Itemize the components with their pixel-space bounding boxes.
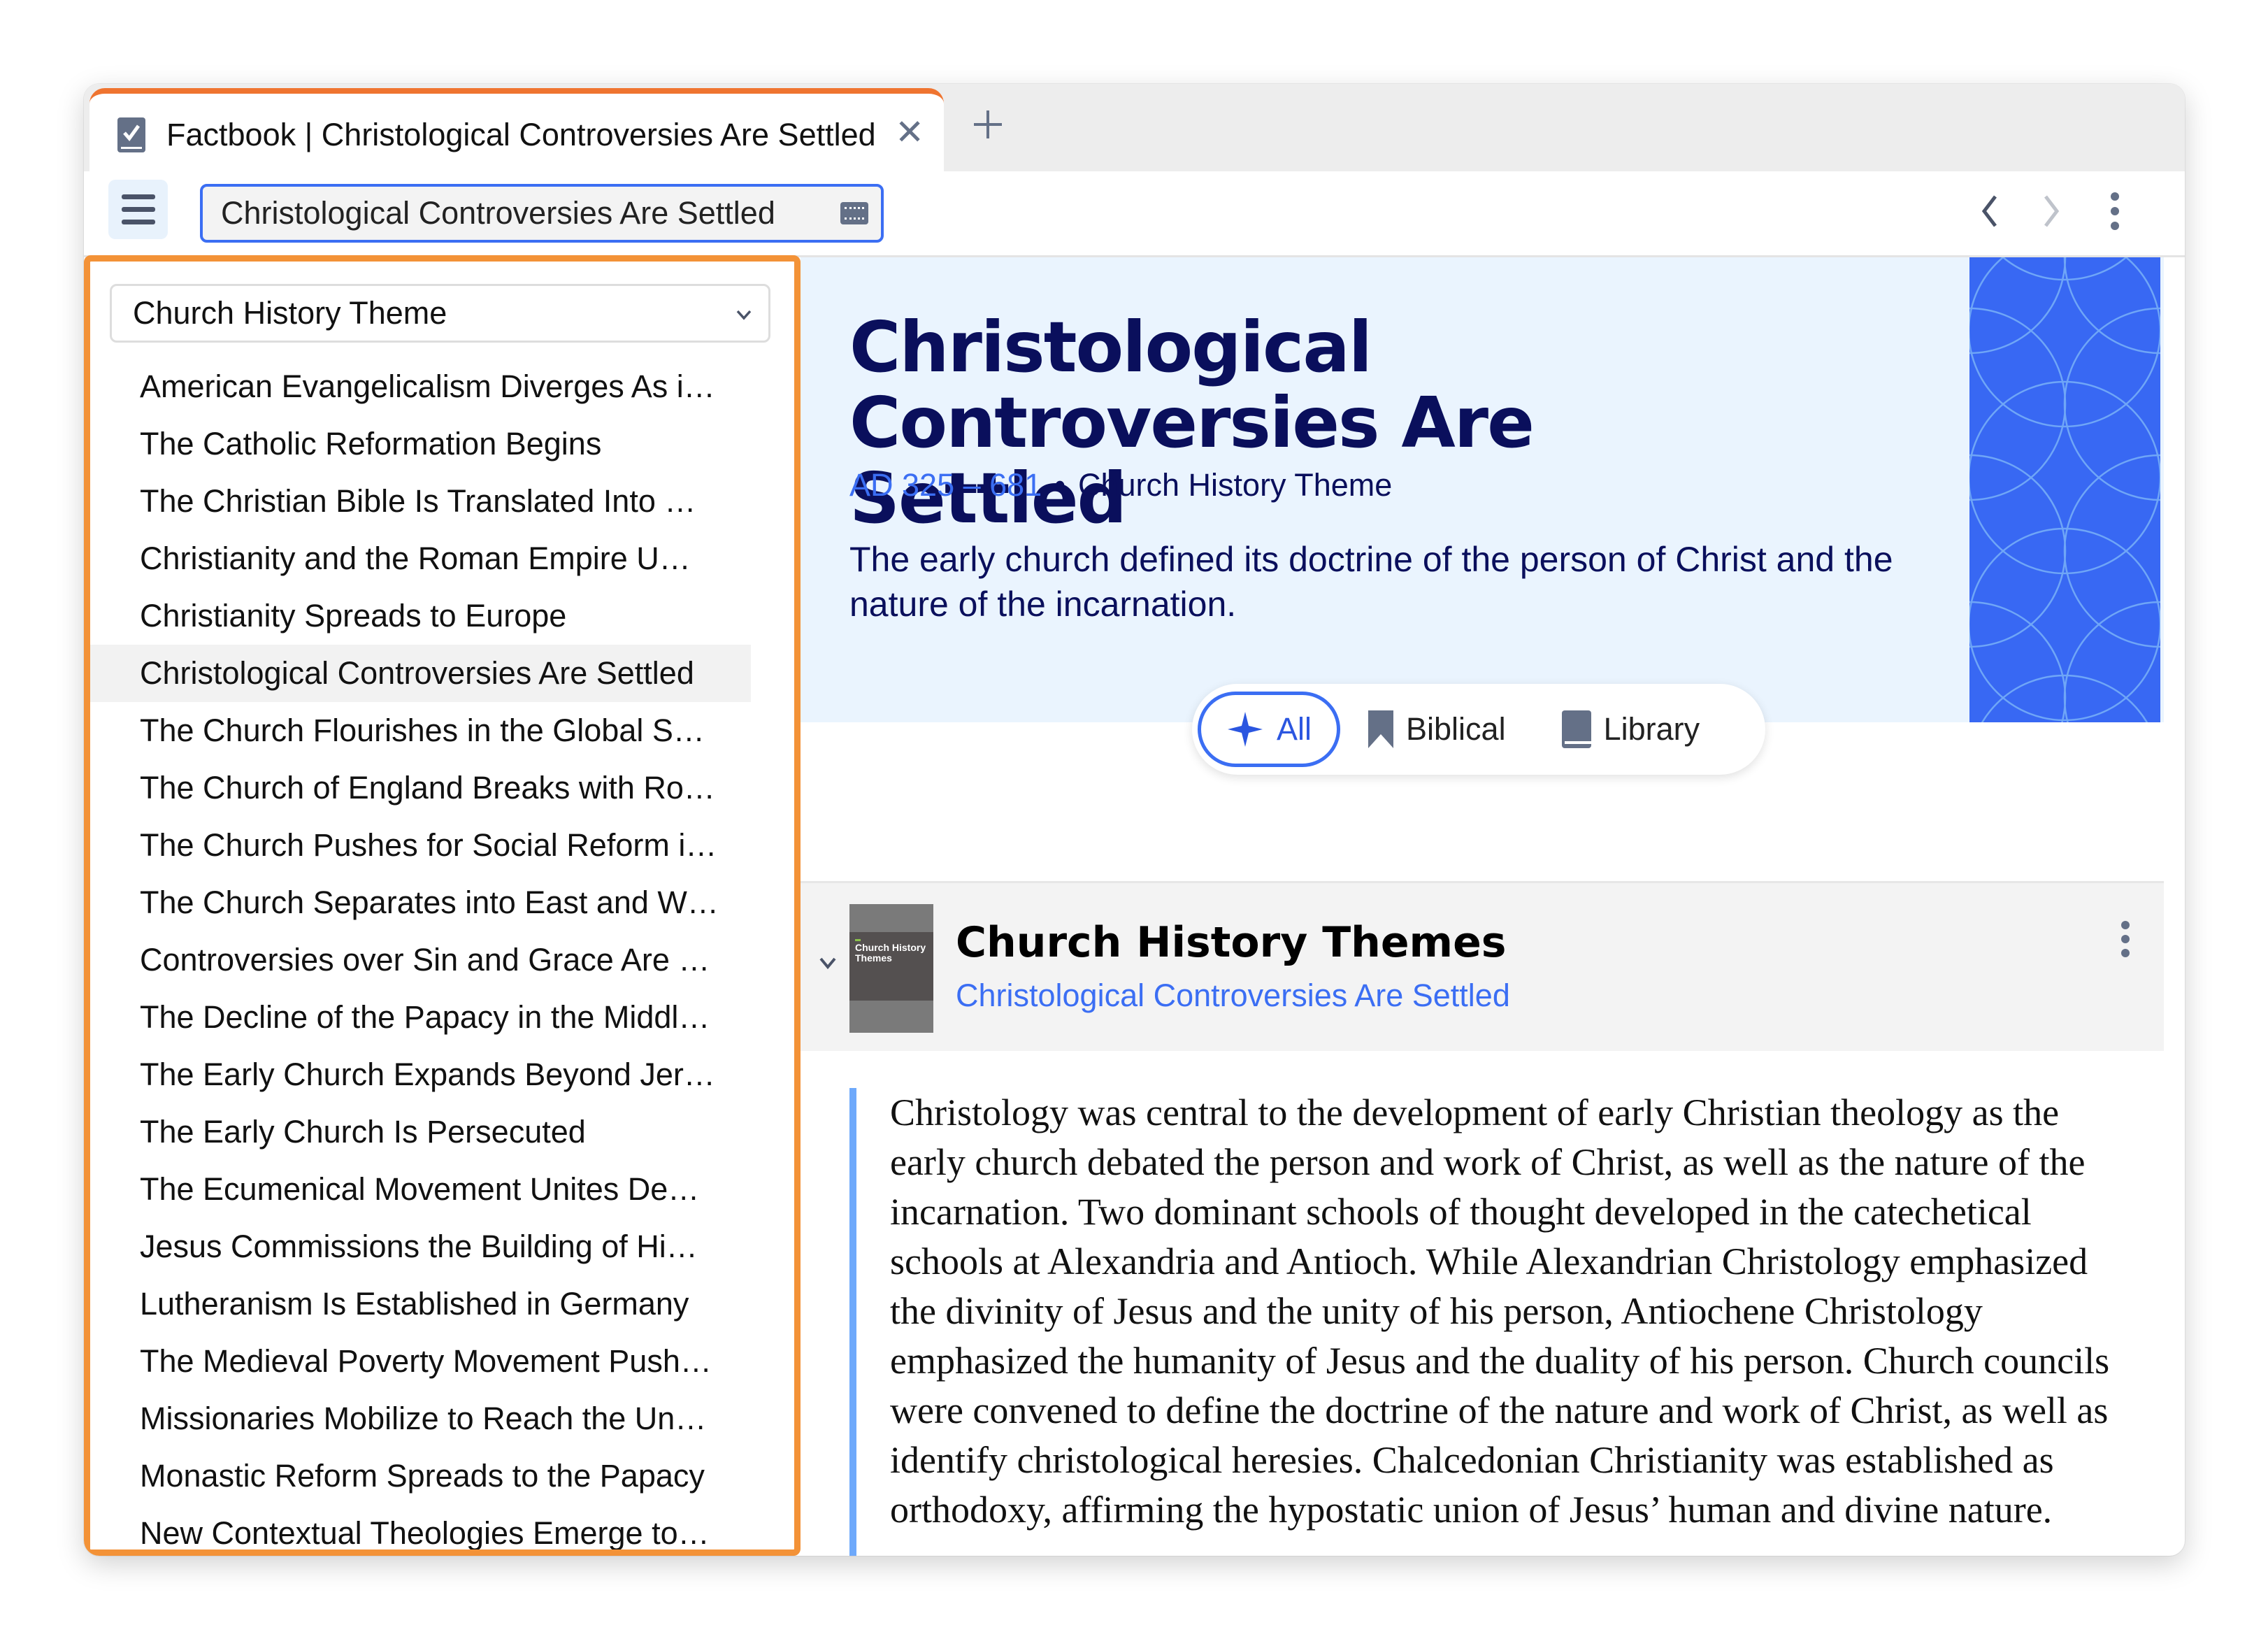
sidebar-item[interactable]: Christianity and the Roman Empire U… [90, 530, 751, 587]
filter-library-label: Library [1603, 711, 1700, 747]
hero-meta: AD 325 – 681 • Church History Theme [849, 467, 1392, 503]
sidebar-item[interactable]: The Medieval Poverty Movement Push… [90, 1333, 751, 1390]
article-text: Christology was central to the developme… [890, 1092, 2110, 1531]
filter-biblical-label: Biblical [1406, 711, 1506, 747]
factbook-check-icon [117, 117, 145, 152]
chevron-down-icon[interactable] [818, 953, 838, 973]
book-icon [1561, 710, 1591, 748]
resource-title[interactable]: Church History Themes [956, 918, 1506, 967]
filter-all[interactable]: All [1198, 692, 1341, 767]
filter-library[interactable]: Library [1534, 692, 1728, 767]
chevron-right-icon[interactable] [2034, 187, 2069, 236]
resource-header: Church History Themes Church History The… [801, 881, 2164, 1051]
sidebar-item[interactable]: The Ecumenical Movement Unites De… [90, 1161, 751, 1218]
sidebar: Church History Theme American Evangelica… [84, 255, 801, 1556]
hero: Christological Controversies Are Settled… [801, 257, 2164, 722]
tab-title: Factbook | Christological Controversies … [166, 117, 876, 152]
sidebar-list: American Evangelicalism Diverges As i… Th… [90, 358, 751, 1549]
toolbar: Christological Controversies Are Settled [84, 171, 2185, 257]
more-vertical-icon[interactable] [2118, 918, 2132, 960]
hero-description: The early church defined its doctrine of… [849, 540, 1893, 624]
filter-biblical[interactable]: Biblical [1340, 692, 1534, 767]
sidebar-item[interactable]: The Church Separates into East and W… [90, 874, 751, 931]
new-tab-button[interactable] [968, 105, 1007, 144]
theme-dropdown-value: Church History Theme [133, 295, 447, 331]
sidebar-item[interactable]: American Evangelicalism Diverges As i… [90, 358, 751, 415]
meta-separator: • [1054, 467, 1065, 503]
theme-dropdown[interactable]: Church History Theme [110, 284, 770, 343]
sidebar-item[interactable]: New Contextual Theologies Emerge to… [90, 1505, 751, 1549]
sidebar-item[interactable]: Missionaries Mobilize to Reach the Un… [90, 1390, 751, 1447]
sidebar-item[interactable]: Christological Controversies Are Settled [90, 645, 751, 702]
more-vertical-icon[interactable] [2097, 187, 2132, 236]
sidebar-item[interactable]: Monastic Reform Spreads to the Papacy [90, 1447, 751, 1505]
chevron-left-icon[interactable] [1972, 187, 2007, 236]
cover-text: Church History Themes [855, 939, 933, 964]
search-input[interactable]: Christological Controversies Are Settled [200, 184, 884, 243]
sidebar-item[interactable]: Christianity Spreads to Europe [90, 587, 751, 645]
hamburger-menu-icon[interactable] [108, 180, 168, 239]
sidebar-item[interactable]: The Decline of the Papacy in the Middl… [90, 989, 751, 1046]
main-content: Christological Controversies Are Settled… [801, 257, 2164, 1556]
chevron-down-icon [736, 310, 752, 320]
bookmark-icon [1368, 710, 1394, 748]
decorative-pattern [1969, 257, 2160, 722]
sidebar-item[interactable]: Controversies over Sin and Grace Are … [90, 931, 751, 989]
sparkle-icon [1228, 712, 1263, 747]
category-label: Church History Theme [1077, 467, 1393, 503]
sidebar-item[interactable]: The Catholic Reformation Begins [90, 415, 751, 473]
sidebar-item[interactable]: The Church Flourishes in the Global S… [90, 702, 751, 759]
resource-cover[interactable]: Church History Themes [849, 904, 933, 1033]
resource-subtitle-link[interactable]: Christological Controversies Are Settled [956, 978, 1510, 1014]
sidebar-item[interactable]: Jesus Commissions the Building of Hi… [90, 1218, 751, 1275]
sidebar-item[interactable]: Lutheranism Is Established in Germany [90, 1275, 751, 1333]
article-body: Christology was central to the developme… [849, 1088, 2109, 1556]
date-range-link[interactable]: AD 325 – 681 [849, 467, 1042, 503]
sidebar-item[interactable]: The Church of England Breaks with Ro… [90, 759, 751, 817]
search-input-value: Christological Controversies Are Settled [221, 195, 775, 231]
filter-all-label: All [1277, 711, 1312, 747]
tab-bar: Factbook | Christological Controversies … [84, 84, 2185, 186]
filter-bar: All Biblical Library [1192, 684, 1765, 775]
app-window: Factbook | Christological Controversies … [84, 84, 2185, 1556]
keyboard-icon[interactable] [840, 202, 868, 224]
close-icon[interactable]: ✕ [895, 112, 924, 152]
plus-icon [974, 110, 1002, 138]
sidebar-item[interactable]: The Early Church Is Persecuted [90, 1103, 751, 1161]
sidebar-item[interactable]: The Christian Bible Is Translated Into … [90, 473, 751, 530]
sidebar-item[interactable]: The Church Pushes for Social Reform i… [90, 817, 751, 874]
sidebar-item[interactable]: The Early Church Expands Beyond Jer… [90, 1046, 751, 1103]
